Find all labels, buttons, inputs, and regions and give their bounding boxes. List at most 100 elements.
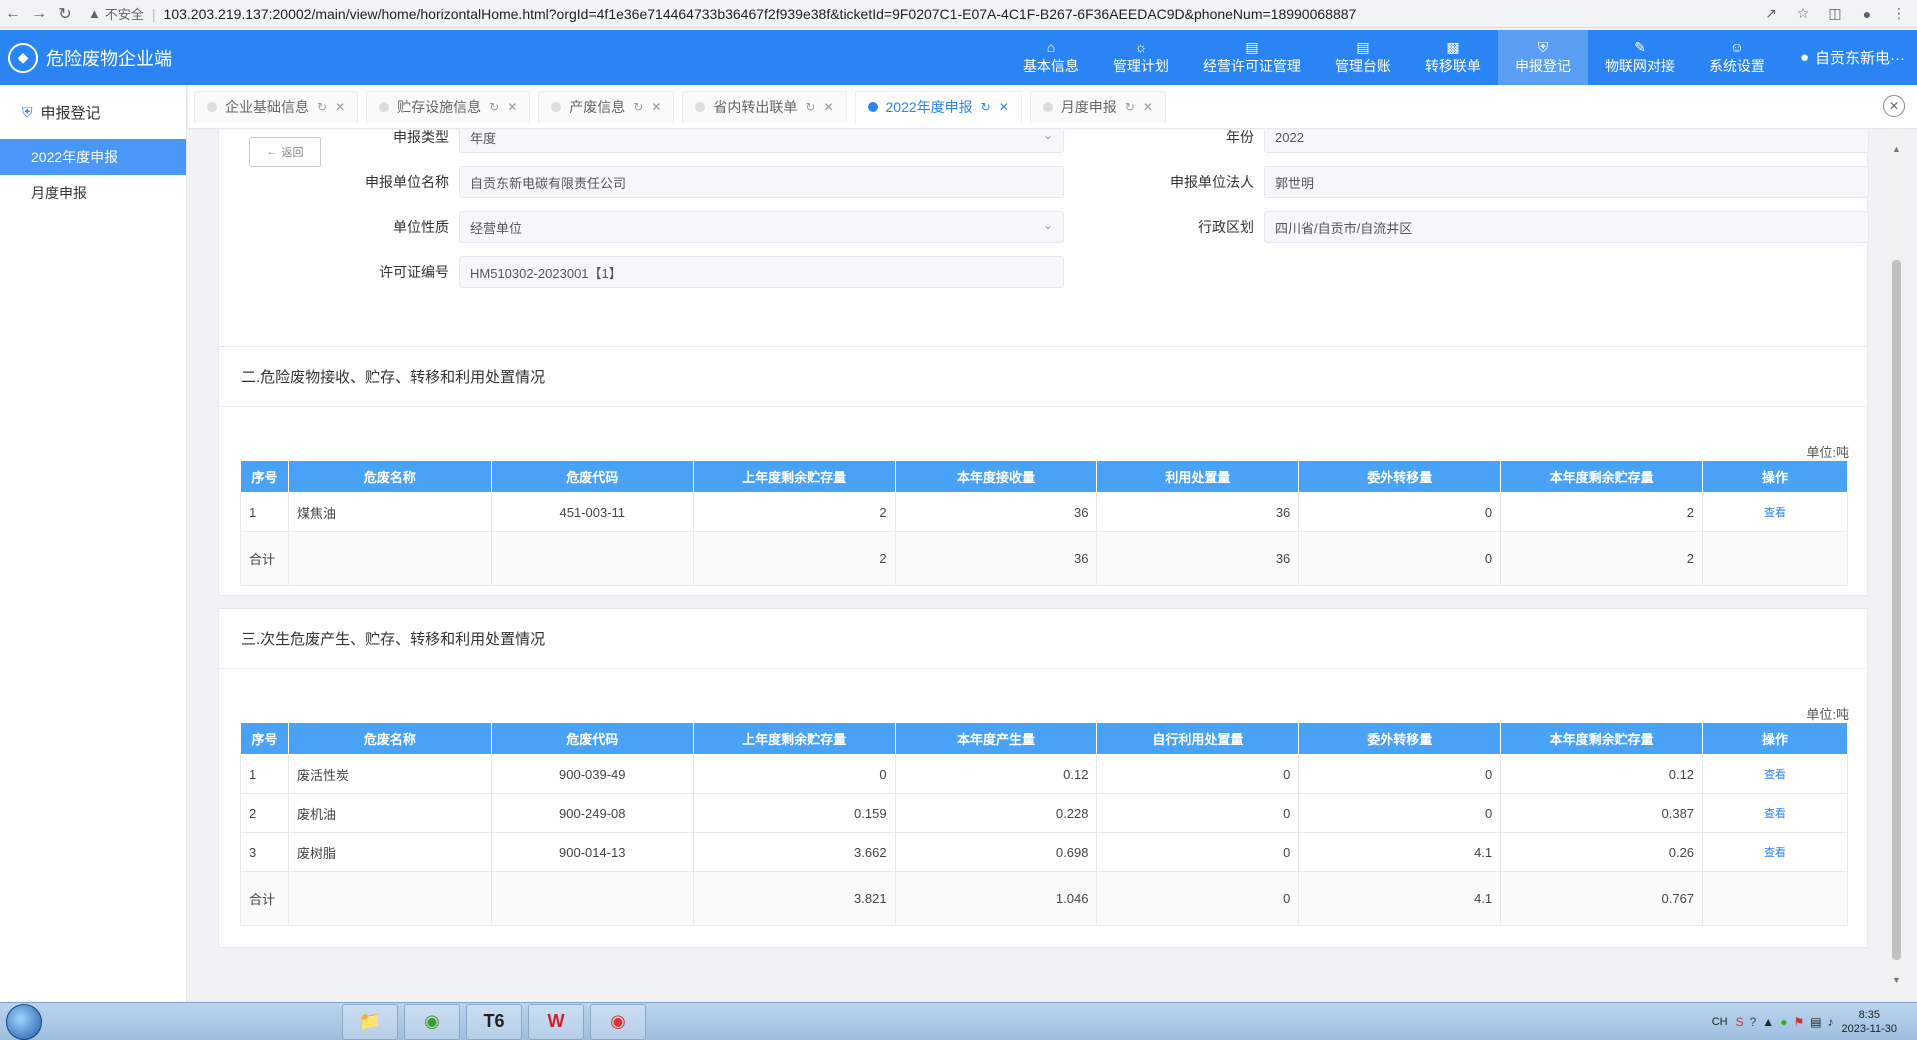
- report-type-label: 申报类型: [393, 130, 449, 145]
- close-icon[interactable]: ✕: [651, 100, 661, 114]
- chrome-app-icon[interactable]: ◉: [590, 1003, 646, 1040]
- unit-nature-label: 单位性质: [393, 219, 449, 235]
- year-field[interactable]: 2022: [1264, 130, 1869, 153]
- more-menu-icon[interactable]: ⋮: [1887, 2, 1911, 26]
- license-icon: ▤: [1245, 38, 1259, 55]
- volume-icon[interactable]: ♪: [1828, 1015, 1834, 1029]
- close-all-tabs-icon[interactable]: ✕: [1883, 95, 1905, 117]
- reload-icon[interactable]: ↻: [52, 1, 78, 27]
- scroll-down-icon[interactable]: ▼: [1892, 975, 1901, 985]
- shield-icon: ⛨: [22, 103, 33, 120]
- unit-name-field[interactable]: 自贡东新电碳有限责任公司: [459, 166, 1064, 198]
- chevron-down-icon: ⌄: [1042, 218, 1053, 232]
- table-total-row: 合计 3.821 1.046 0 4.1 0.767: [240, 871, 1848, 926]
- view-link[interactable]: 查看: [1702, 793, 1848, 833]
- url-text[interactable]: 103.203.219.137:20002/main/view/home/hor…: [164, 6, 1357, 22]
- menu-basic-info[interactable]: ⌂ 基本信息: [1006, 30, 1096, 85]
- notification-icon[interactable]: ▲: [1762, 1015, 1774, 1029]
- tab-monthly[interactable]: 月度申报 ↻ ✕: [1029, 90, 1166, 123]
- chevron-down-icon: ⌄: [1042, 130, 1053, 142]
- tab-status-dot: [867, 102, 878, 112]
- url-divider: |: [151, 5, 156, 22]
- refresh-icon[interactable]: ↻: [489, 100, 499, 114]
- region-row: 行政区划 四川省/自贡市/自流井区: [1144, 211, 1869, 243]
- menu-management-plan[interactable]: ☼ 管理计划: [1096, 30, 1186, 85]
- table-cell: [1702, 531, 1848, 586]
- truck-icon: ▩: [1446, 38, 1460, 55]
- back-arrow-icon[interactable]: ←: [0, 1, 26, 27]
- address-bar[interactable]: ▲ 不安全 | 103.203.219.137:20002/main/view/h…: [88, 3, 1759, 25]
- refresh-icon[interactable]: ↻: [805, 100, 815, 114]
- report-type-select[interactable]: 年度 ⌄: [459, 130, 1064, 153]
- forward-arrow-icon[interactable]: →: [26, 1, 52, 27]
- menu-declaration[interactable]: ⛨ 申报登记: [1497, 30, 1588, 85]
- share-icon[interactable]: ↗: [1759, 2, 1783, 26]
- sidebar-item-annual-2022[interactable]: 2022年度申报: [0, 139, 186, 175]
- menu-transfer-manifest[interactable]: ▩ 转移联单: [1408, 30, 1498, 85]
- tab-waste-info[interactable]: 产废信息 ↻ ✕: [538, 90, 675, 123]
- legal-person-field[interactable]: 郭世明: [1264, 166, 1869, 198]
- table-header-row: 序号 危废名称 危废代码 上年度剩余贮存量 本年度接收量 利用处置量 委外转移量…: [240, 460, 1848, 493]
- system-tray: CH S ? ▲ ● ⚑ ▤ ♪ 8:35 2023-11-30: [1712, 1008, 1917, 1036]
- section-3-table: 序号 危废名称 危废代码 上年度剩余贮存量 本年度产生量 自行利用处置量 委外转…: [240, 722, 1848, 926]
- input-language[interactable]: CH: [1712, 1016, 1728, 1028]
- menu-iot[interactable]: ✎ 物联网对接: [1588, 30, 1692, 85]
- security-app-icon[interactable]: ●: [1780, 1015, 1787, 1029]
- table-cell: 合计: [240, 531, 289, 586]
- refresh-icon[interactable]: ↻: [633, 100, 643, 114]
- tab-storage-facility[interactable]: 贮存设施信息 ↻ ✕: [366, 90, 531, 123]
- menu-ledger[interactable]: ▤ 管理台账: [1318, 30, 1408, 85]
- refresh-icon[interactable]: ↻: [1125, 100, 1135, 114]
- scroll-thumb[interactable]: [1892, 260, 1901, 960]
- system-clock[interactable]: 8:35 2023-11-30: [1842, 1008, 1897, 1036]
- wps-app-icon[interactable]: W: [528, 1003, 584, 1040]
- menu-license-management[interactable]: ▤ 经营许可证管理: [1186, 30, 1318, 85]
- refresh-icon[interactable]: ↻: [981, 100, 991, 114]
- refresh-icon[interactable]: ↻: [317, 100, 327, 114]
- plan-icon: ☼: [1134, 38, 1148, 55]
- close-icon[interactable]: ✕: [335, 100, 345, 114]
- legal-person-label: 申报单位法人: [1170, 174, 1254, 190]
- close-icon[interactable]: ✕: [823, 100, 833, 114]
- table-cell: 3: [240, 832, 289, 872]
- tab-annual-2022[interactable]: 2022年度申报 ↻ ✕: [854, 90, 1022, 123]
- close-icon[interactable]: ✕: [999, 100, 1009, 114]
- ledger-icon: ▤: [1356, 38, 1370, 55]
- menu-system-settings[interactable]: ☺ 系统设置: [1692, 30, 1782, 85]
- unit-nature-select[interactable]: 经营单位 ⌄: [459, 211, 1064, 243]
- close-icon[interactable]: ✕: [507, 100, 517, 114]
- column-header: 上年度剩余贮存量: [692, 722, 896, 755]
- tab-outbound-manifest[interactable]: 省内转出联单 ↻ ✕: [682, 90, 847, 123]
- help-icon[interactable]: ?: [1750, 1015, 1757, 1029]
- content-scrollbar[interactable]: ▲ ▼: [1888, 130, 1905, 1002]
- table-cell: 2: [692, 531, 896, 586]
- user-menu[interactable]: ● 自贡东新电···: [1782, 47, 1917, 68]
- network-icon[interactable]: ▤: [1810, 1015, 1821, 1029]
- column-header: 操作: [1702, 722, 1848, 755]
- table-cell: [287, 531, 492, 586]
- sidebar-item-monthly[interactable]: 月度申报: [0, 175, 186, 211]
- column-header: 上年度剩余贮存量: [692, 460, 896, 493]
- start-button[interactable]: [6, 1003, 42, 1040]
- t6-app-icon[interactable]: T6: [466, 1003, 522, 1040]
- table-cell: 煤焦油: [287, 492, 492, 532]
- view-link[interactable]: 查看: [1702, 492, 1848, 532]
- star-icon[interactable]: ☆: [1791, 2, 1815, 26]
- column-header: 危废代码: [490, 722, 694, 755]
- security-warning[interactable]: ▲ 不安全: [88, 4, 144, 23]
- sidebar-toggle-icon[interactable]: ◫: [1823, 2, 1847, 26]
- file-explorer-icon[interactable]: 📁: [342, 1003, 398, 1040]
- view-link[interactable]: 查看: [1702, 832, 1848, 872]
- scroll-up-icon[interactable]: ▲: [1892, 144, 1901, 154]
- close-icon[interactable]: ✕: [1143, 100, 1153, 114]
- region-field[interactable]: 四川省/自贡市/自流井区: [1264, 211, 1869, 243]
- tab-company-info[interactable]: 企业基础信息 ↻ ✕: [194, 90, 359, 123]
- browser-app-icon[interactable]: ◉: [404, 1003, 460, 1040]
- table-cell: 2: [240, 793, 289, 833]
- flag-icon[interactable]: ⚑: [1793, 1015, 1804, 1029]
- profile-icon[interactable]: ●: [1855, 2, 1879, 26]
- back-button[interactable]: ← 返回: [249, 137, 321, 167]
- license-field[interactable]: HM510302-2023001【1】: [459, 256, 1064, 288]
- view-link[interactable]: 查看: [1702, 754, 1848, 794]
- input-method-icon[interactable]: S: [1736, 1015, 1744, 1029]
